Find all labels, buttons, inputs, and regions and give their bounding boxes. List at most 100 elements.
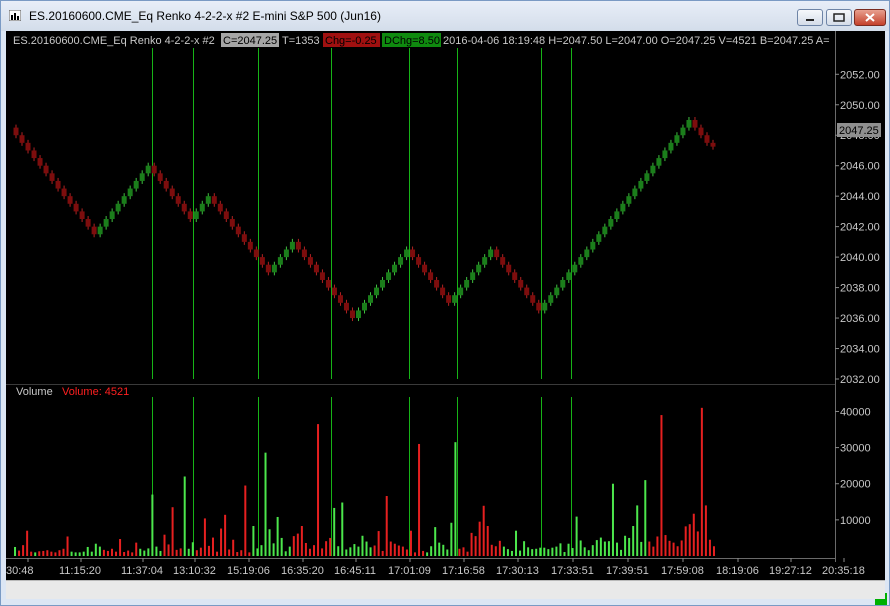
renko-brick [55, 180, 61, 189]
title-bar[interactable]: ES.20160600.CME_Eq Renko 4-2-2-x #2 E-mi… [1, 1, 889, 31]
price-tick-label: 2044.00 [840, 191, 880, 203]
renko-brick [662, 150, 668, 159]
volume-bar [672, 542, 675, 556]
header-symbol: ES.20160600.CME_Eq Renko 4-2-2-x #2 [13, 35, 215, 47]
volume-bar [652, 546, 655, 556]
renko-brick [470, 272, 476, 280]
renko-brick [560, 279, 566, 288]
volume-bar [365, 541, 368, 556]
volume-bar [510, 550, 513, 556]
volume-bar [224, 514, 227, 556]
renko-brick [704, 135, 710, 143]
renko-brick [464, 279, 470, 288]
time-axis: 30:48 11:15:20 11:37:04 13:10:32 15:19:06 16:… [6, 558, 865, 577]
time-tick-label: 16:45:11 [334, 565, 376, 577]
horizontal-scrollbar[interactable] [6, 580, 885, 599]
volume-bar [244, 485, 247, 556]
renko-brick [295, 241, 301, 250]
volume-bar [296, 533, 299, 556]
renko-brick [602, 226, 608, 235]
volume-bar [373, 545, 376, 556]
renko-brick [241, 234, 247, 242]
volume-bar [220, 528, 223, 556]
chart-window: ES.20160600.CME_Eq Renko 4-2-2-x #2 E-mi… [0, 0, 890, 606]
volume-bar [163, 534, 166, 556]
volume-bar [42, 550, 45, 556]
volume-bar [704, 505, 707, 556]
renko-brick [133, 180, 139, 189]
volume-bar [700, 407, 703, 556]
renko-brick [205, 196, 211, 204]
renko-brick [434, 279, 440, 288]
renko-brick [313, 264, 319, 273]
close-button[interactable] [854, 9, 886, 26]
renko-brick [319, 272, 325, 280]
volume-bar [401, 546, 404, 556]
volume-bar [272, 543, 275, 556]
renko-brick [31, 150, 37, 159]
volume-bar [531, 549, 534, 556]
renko-brick [644, 173, 650, 181]
volume-bar [211, 537, 214, 556]
renko-brick [151, 165, 157, 174]
renko-brick [428, 272, 434, 280]
renko-brick [247, 241, 253, 250]
volume-bar [337, 546, 340, 556]
volume-bar [490, 544, 493, 556]
volume-bar [86, 546, 89, 556]
renko-brick [410, 249, 416, 258]
maximize-button[interactable] [826, 9, 852, 26]
renko-brick [686, 119, 692, 128]
volume-bar [571, 548, 574, 556]
volume-bar [312, 545, 315, 556]
volume-bar [143, 550, 146, 556]
chart-area[interactable]: 2032.00 2034.00 2036.00 2038.00 2040.00 2042.… [6, 31, 887, 605]
minimize-icon [806, 19, 814, 21]
time-tick-label: 20:35:18 [822, 565, 865, 577]
time-tick-label: 17:30:13 [496, 565, 539, 577]
volume-bar [70, 551, 73, 556]
renko-bricks [13, 116, 716, 322]
renko-brick [145, 165, 151, 174]
volume-bar [183, 476, 186, 556]
volume-bar [607, 541, 610, 556]
volume-bar [203, 518, 206, 556]
volume-bar [527, 547, 530, 556]
renko-brick [668, 142, 674, 151]
renko-brick [476, 264, 482, 273]
volume-bar [304, 542, 307, 556]
volume-bar [341, 502, 344, 556]
volume-bar [155, 546, 158, 556]
header-info: 2016-04-06 18:19:48 H=2047.50 L=2047.00 … [443, 35, 830, 47]
volume-bar [466, 551, 469, 556]
volume-tick-label: 30000 [840, 443, 871, 455]
volume-bar [135, 542, 138, 556]
renko-brick [79, 211, 85, 220]
renko-brick [307, 257, 313, 265]
renko-brick [73, 203, 79, 212]
volume-bar [102, 549, 105, 556]
renko-brick [638, 180, 644, 189]
renko-brick [518, 279, 524, 288]
renko-chart[interactable]: 2032.00 2034.00 2036.00 2038.00 2040.00 2042.… [6, 31, 885, 580]
session-lines [152, 48, 572, 556]
volume-bar [147, 548, 150, 556]
volume-bar [14, 546, 17, 556]
renko-brick [500, 257, 506, 265]
volume-bar [321, 548, 324, 556]
volume-bar [397, 545, 400, 556]
renko-brick [422, 264, 428, 273]
renko-brick [608, 219, 614, 227]
volume-bar [519, 550, 522, 556]
volume-bar [418, 443, 421, 556]
renko-brick [554, 287, 560, 296]
volume-bar [599, 537, 602, 556]
renko-brick [440, 287, 446, 296]
volume-bar [692, 513, 695, 556]
volume-bar [426, 552, 429, 556]
volume-bar [668, 540, 671, 556]
volume-bar [498, 540, 501, 556]
price-tick-label: 2038.00 [840, 283, 880, 295]
minimize-button[interactable] [797, 9, 823, 26]
volume-tick-label: 20000 [840, 479, 871, 491]
